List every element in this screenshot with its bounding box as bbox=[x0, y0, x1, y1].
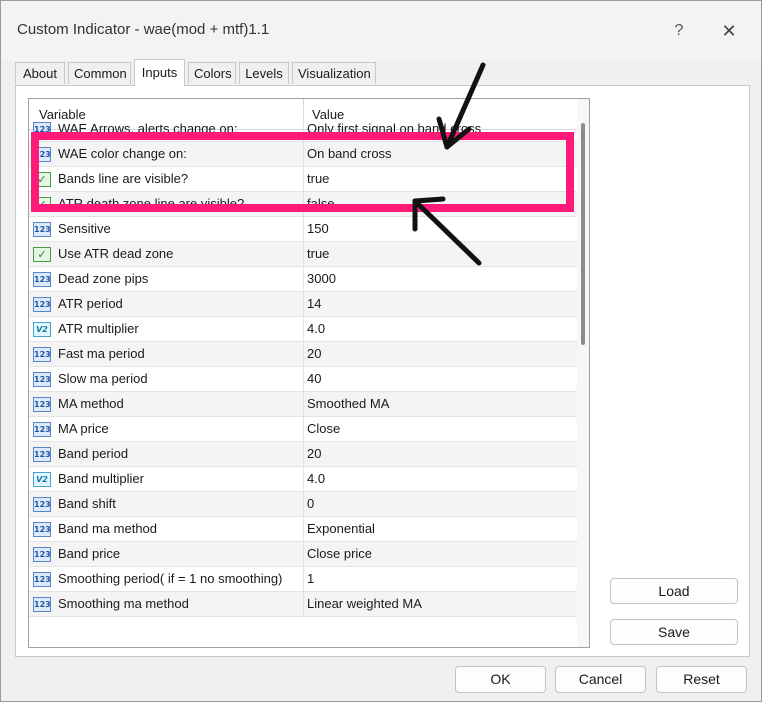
cell-divider bbox=[303, 317, 304, 342]
value-cell[interactable]: 1 bbox=[307, 571, 314, 586]
int-type-icon: 123 bbox=[33, 397, 51, 412]
table-row[interactable]: 123 Band ma method Exponential bbox=[29, 517, 577, 542]
int-type-icon: 123 bbox=[33, 222, 51, 237]
vertical-scrollbar[interactable] bbox=[577, 99, 589, 647]
dialog-window: Custom Indicator - wae(mod + mtf)1.1 ? ✕… bbox=[0, 0, 762, 702]
variable-cell: Band multiplier bbox=[58, 471, 144, 486]
scrollbar-thumb[interactable] bbox=[581, 123, 585, 345]
value-cell[interactable]: Exponential bbox=[307, 521, 375, 536]
table-row[interactable]: 123 Band shift 0 bbox=[29, 492, 577, 517]
cancel-button[interactable]: Cancel bbox=[555, 666, 646, 693]
cell-divider bbox=[303, 492, 304, 517]
table-row[interactable]: V2 ATR multiplier 4.0 bbox=[29, 317, 577, 342]
value-cell[interactable]: 40 bbox=[307, 371, 321, 386]
table-row[interactable]: 123 MA price Close bbox=[29, 417, 577, 442]
table-row[interactable]: 123 Smoothing ma method Linear weighted MA bbox=[29, 592, 577, 617]
tab-colors[interactable]: Colors bbox=[188, 62, 236, 84]
window-title: Custom Indicator - wae(mod + mtf)1.1 bbox=[17, 21, 270, 38]
int-type-icon: 123 bbox=[33, 372, 51, 387]
value-cell[interactable]: 150 bbox=[307, 221, 329, 236]
value-cell[interactable]: Linear weighted MA bbox=[307, 596, 422, 611]
cell-divider bbox=[303, 242, 304, 267]
cell-divider bbox=[303, 342, 304, 367]
table-row[interactable]: 123 Sensitive 150 bbox=[29, 217, 577, 242]
value-cell[interactable]: Close price bbox=[307, 546, 372, 561]
value-cell[interactable]: Smoothed MA bbox=[307, 396, 389, 411]
table-row[interactable]: ✓ Use ATR dead zone true bbox=[29, 242, 577, 267]
cell-divider bbox=[303, 217, 304, 242]
cell-divider bbox=[303, 467, 304, 492]
cell-divider bbox=[303, 367, 304, 392]
variable-cell: MA method bbox=[58, 396, 124, 411]
value-cell[interactable]: Close bbox=[307, 421, 340, 436]
value-cell[interactable]: 4.0 bbox=[307, 471, 325, 486]
reset-button[interactable]: Reset bbox=[656, 666, 747, 693]
cell-divider bbox=[303, 542, 304, 567]
int-type-icon: 123 bbox=[33, 297, 51, 312]
cell-divider bbox=[303, 417, 304, 442]
close-button[interactable]: ✕ bbox=[709, 15, 749, 47]
variable-cell: Use ATR dead zone bbox=[58, 246, 174, 261]
variable-cell: ATR period bbox=[58, 296, 123, 311]
cell-divider bbox=[303, 392, 304, 417]
tab-levels[interactable]: Levels bbox=[239, 62, 289, 84]
highlight-box bbox=[31, 132, 574, 212]
title-bar: Custom Indicator - wae(mod + mtf)1.1 ? ✕ bbox=[1, 1, 761, 61]
variable-cell: MA price bbox=[58, 421, 109, 436]
value-cell[interactable]: 20 bbox=[307, 446, 321, 461]
table-row[interactable]: 123 Band period 20 bbox=[29, 442, 577, 467]
value-cell[interactable]: 4.0 bbox=[307, 321, 325, 336]
table-row[interactable]: 123 Smoothing period( if = 1 no smoothing… bbox=[29, 567, 577, 592]
int-type-icon: 123 bbox=[33, 497, 51, 512]
int-type-icon: 123 bbox=[33, 422, 51, 437]
int-type-icon: 123 bbox=[33, 522, 51, 537]
value-cell[interactable]: 14 bbox=[307, 296, 321, 311]
tab-about[interactable]: About bbox=[15, 62, 65, 84]
cell-divider bbox=[303, 592, 304, 617]
help-button[interactable]: ? bbox=[661, 15, 697, 47]
tab-common[interactable]: Common bbox=[68, 62, 131, 84]
int-type-icon: 123 bbox=[33, 572, 51, 587]
variable-cell: Band ma method bbox=[58, 521, 158, 536]
value-cell[interactable]: true bbox=[307, 246, 329, 261]
ok-button[interactable]: OK bbox=[455, 666, 546, 693]
value-cell[interactable]: 0 bbox=[307, 496, 314, 511]
variable-cell: Fast ma period bbox=[58, 346, 145, 361]
variable-cell: Band price bbox=[58, 546, 121, 561]
cell-divider bbox=[303, 292, 304, 317]
value-cell[interactable]: 3000 bbox=[307, 271, 336, 286]
tab-visualization[interactable]: Visualization bbox=[292, 62, 376, 84]
bool-type-icon: ✓ bbox=[33, 247, 51, 262]
table-row[interactable]: V2 Band multiplier 4.0 bbox=[29, 467, 577, 492]
table-row[interactable]: 123 Slow ma period 40 bbox=[29, 367, 577, 392]
table-row[interactable]: 123 Dead zone pips 3000 bbox=[29, 267, 577, 292]
table-row[interactable]: 123 Fast ma period 20 bbox=[29, 342, 577, 367]
variable-cell: Sensitive bbox=[58, 221, 111, 236]
int-type-icon: 123 bbox=[33, 547, 51, 562]
cell-divider bbox=[303, 517, 304, 542]
variable-cell: Band shift bbox=[58, 496, 116, 511]
variable-cell: ATR multiplier bbox=[58, 321, 139, 336]
int-type-icon: 123 bbox=[33, 272, 51, 287]
variable-cell: Smoothing ma method bbox=[58, 596, 189, 611]
cell-divider bbox=[303, 267, 304, 292]
variable-cell: Smoothing period( if = 1 no smoothing) bbox=[58, 571, 283, 586]
table-row[interactable]: 123 Band price Close price bbox=[29, 542, 577, 567]
variable-cell: Band period bbox=[58, 446, 129, 461]
save-button[interactable]: Save bbox=[610, 619, 738, 645]
int-type-icon: 123 bbox=[33, 597, 51, 612]
table-row[interactable]: 123 MA method Smoothed MA bbox=[29, 392, 577, 417]
double-type-icon: V2 bbox=[33, 322, 51, 337]
int-type-icon: 123 bbox=[33, 447, 51, 462]
tab-inputs[interactable]: Inputs bbox=[134, 59, 185, 86]
double-type-icon: V2 bbox=[33, 472, 51, 487]
value-cell[interactable]: 20 bbox=[307, 346, 321, 361]
variable-cell: Slow ma period bbox=[58, 371, 148, 386]
table-row[interactable]: 123 ATR period 14 bbox=[29, 292, 577, 317]
cell-divider bbox=[303, 442, 304, 467]
cell-divider bbox=[303, 567, 304, 592]
int-type-icon: 123 bbox=[33, 347, 51, 362]
variable-cell: Dead zone pips bbox=[58, 271, 149, 286]
load-button[interactable]: Load bbox=[610, 578, 738, 604]
